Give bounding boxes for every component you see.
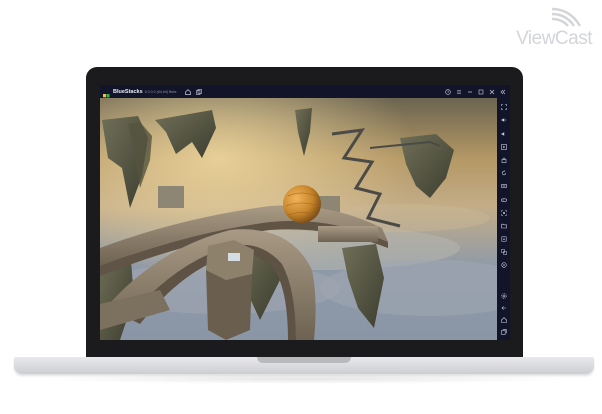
bluestacks-titlebar: BlueStacks 5.0.0.0 (64-bit) Beta: [100, 85, 510, 101]
folder-icon[interactable]: [500, 222, 508, 230]
minimize-icon[interactable]: [466, 88, 473, 95]
sidebar-bottom-group: [500, 288, 508, 336]
volume-up-icon[interactable]: [500, 116, 508, 124]
app-version: 5.0.0.0 (64-bit) Beta: [144, 89, 177, 94]
laptop-shadow: [40, 374, 570, 384]
collapse-sidebar-icon[interactable]: [499, 88, 506, 95]
lock-cursor-icon[interactable]: [500, 156, 508, 164]
laptop-screen: BlueStacks 5.0.0.0 (64-bit) Beta: [100, 85, 510, 340]
volume-down-icon[interactable]: [500, 130, 508, 138]
multi-instance-sync-icon[interactable]: [500, 248, 508, 256]
game-viewport[interactable]: [100, 98, 510, 340]
location-icon[interactable]: [500, 261, 508, 269]
viewcast-watermark: ViewCast: [502, 6, 592, 50]
keyboard-controls-icon[interactable]: [500, 182, 508, 190]
gamepad-icon[interactable]: [500, 196, 508, 204]
recent-apps-icon[interactable]: [500, 328, 508, 336]
close-icon[interactable]: [488, 88, 495, 95]
menu-icon[interactable]: [455, 88, 462, 95]
laptop-notch: [257, 357, 351, 363]
broadcast-waves-icon: [551, 7, 582, 27]
game-scene: [100, 98, 510, 340]
fullscreen-icon[interactable]: [500, 103, 508, 111]
home-icon[interactable]: [184, 88, 191, 95]
install-apk-icon[interactable]: [500, 235, 508, 243]
back-icon[interactable]: [500, 304, 508, 312]
help-icon[interactable]: [444, 88, 451, 95]
settings-icon[interactable]: [500, 292, 508, 300]
bluestacks-sidebar: [497, 98, 510, 340]
app-title: BlueStacks: [113, 88, 143, 95]
screenshot-icon[interactable]: [500, 209, 508, 217]
video-icon[interactable]: [500, 143, 508, 151]
multi-instance-icon[interactable]: [195, 88, 202, 95]
maximize-icon[interactable]: [477, 88, 484, 95]
watermark-text: ViewCast: [516, 28, 592, 49]
rotate-icon[interactable]: [500, 169, 508, 177]
bluestacks-logo-icon: [103, 88, 110, 101]
android-home-icon[interactable]: [500, 316, 508, 324]
